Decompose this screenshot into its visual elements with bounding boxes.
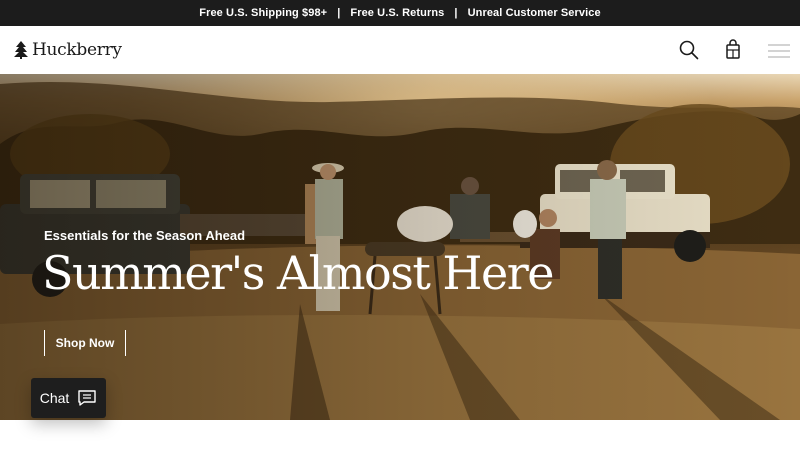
announcement-shipping[interactable]: Free U.S. Shipping $98+ bbox=[199, 7, 327, 19]
announcement-bar: Free U.S. Shipping $98+ | Free U.S. Retu… bbox=[0, 0, 800, 26]
brand-logo[interactable]: Huckberry bbox=[14, 38, 122, 62]
chat-button[interactable]: Chat bbox=[31, 378, 106, 418]
hero-eyebrow: Essentials for the Season Ahead bbox=[44, 228, 246, 243]
brand-name: Huckberry bbox=[32, 40, 122, 60]
site-header: Huckberry bbox=[0, 26, 800, 74]
shop-now-button[interactable]: Shop Now bbox=[44, 330, 126, 356]
shopping-bag-icon[interactable] bbox=[722, 39, 744, 61]
announcement-separator: | bbox=[454, 7, 458, 19]
chat-label: Chat bbox=[39, 390, 70, 406]
search-icon[interactable] bbox=[678, 39, 700, 61]
announcement-returns[interactable]: Free U.S. Returns bbox=[350, 7, 444, 19]
announcement-separator: | bbox=[337, 7, 341, 19]
hero-headline: Summer's Almost Here bbox=[42, 246, 554, 300]
menu-icon[interactable] bbox=[764, 40, 794, 62]
chat-bubble-icon bbox=[78, 390, 96, 406]
announcement-service[interactable]: Unreal Customer Service bbox=[468, 7, 601, 19]
hero-banner[interactable]: Essentials for the Season Ahead Summer's… bbox=[0, 74, 800, 420]
tree-logo-icon bbox=[14, 41, 28, 59]
